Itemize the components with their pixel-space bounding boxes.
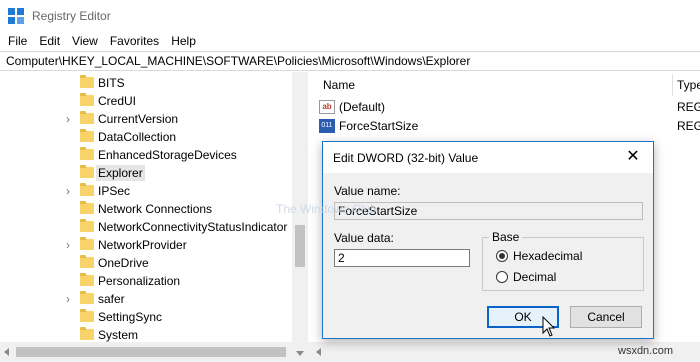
folder-icon xyxy=(80,147,94,160)
scroll-down-arrow-icon[interactable] xyxy=(296,351,304,356)
dialog-title-bar: Edit DWORD (32-bit) Value ✕ xyxy=(323,142,653,173)
tree-item-datacollection[interactable]: DataCollection xyxy=(0,128,292,146)
folder-icon xyxy=(80,93,94,106)
column-header-type[interactable]: Type xyxy=(677,78,700,92)
folder-icon xyxy=(80,255,94,268)
cancel-button[interactable]: Cancel xyxy=(570,306,642,328)
folder-icon xyxy=(80,327,94,340)
faint-watermark: The Windows Club xyxy=(276,202,377,216)
folder-icon xyxy=(80,273,94,286)
chevron-right-icon[interactable]: › xyxy=(62,291,74,307)
scroll-left-arrow-icon[interactable] xyxy=(316,348,321,356)
string-value-icon: ab xyxy=(319,100,335,114)
value-type: REG_ xyxy=(677,119,700,133)
chevron-right-icon[interactable]: › xyxy=(62,111,74,127)
scrollbar-thumb[interactable] xyxy=(295,225,305,267)
menu-help[interactable]: Help xyxy=(165,34,202,48)
close-icon[interactable]: ✕ xyxy=(625,149,641,165)
menu-edit[interactable]: Edit xyxy=(33,34,66,48)
dialog-title: Edit DWORD (32-bit) Value xyxy=(333,150,479,165)
tree-item-enhancedstoragedevices[interactable]: EnhancedStorageDevices xyxy=(0,146,292,164)
edit-dword-dialog: Edit DWORD (32-bit) Value ✕ Value name: … xyxy=(322,141,654,339)
folder-icon xyxy=(80,111,94,124)
value-row-forcestartsize[interactable]: 011 ForceStartSize xyxy=(319,117,418,135)
tree-item-network-connections[interactable]: Network Connections xyxy=(0,200,292,218)
folder-icon xyxy=(80,309,94,322)
decimal-radio[interactable]: Decimal xyxy=(496,270,556,284)
tree-item-settingsync[interactable]: SettingSync xyxy=(0,308,292,326)
folder-icon xyxy=(80,165,94,178)
tree-item-onedrive[interactable]: OneDrive xyxy=(0,254,292,272)
folder-icon xyxy=(80,237,94,250)
value-name-field: ForceStartSize xyxy=(334,202,643,220)
tree-vertical-scrollbar[interactable] xyxy=(292,72,308,362)
chevron-right-icon[interactable]: › xyxy=(62,183,74,199)
folder-icon xyxy=(80,75,94,88)
radio-checked-icon[interactable] xyxy=(496,250,508,262)
window-title: Registry Editor xyxy=(32,8,111,23)
tree-item-networkconnectivitystatusindicator[interactable]: NetworkConnectivityStatusIndicator xyxy=(0,218,292,236)
registry-editor-icon xyxy=(8,7,24,24)
menu-view[interactable]: View xyxy=(66,34,104,48)
tree-horizontal-scrollbar[interactable] xyxy=(0,342,292,362)
scrollbar-thumb[interactable] xyxy=(16,347,286,357)
site-watermark: wsxdn.com xyxy=(618,345,674,357)
registry-key-tree: BITS CredUI › CurrentVersion DataCollect… xyxy=(0,72,308,362)
base-group-title: Base xyxy=(489,230,523,244)
value-row-default[interactable]: ab (Default) xyxy=(319,98,385,116)
chevron-right-icon[interactable]: › xyxy=(62,237,74,253)
dword-value-icon: 011 xyxy=(319,119,335,133)
title-bar: Registry Editor xyxy=(0,0,700,31)
menu-favorites[interactable]: Favorites xyxy=(104,34,165,48)
address-bar[interactable]: Computer\HKEY_LOCAL_MACHINE\SOFTWARE\Pol… xyxy=(0,51,700,71)
tree-item-bits[interactable]: BITS xyxy=(0,74,292,92)
radio-unchecked-icon[interactable] xyxy=(496,271,508,283)
hexadecimal-radio[interactable]: Hexadecimal xyxy=(496,249,582,263)
folder-icon xyxy=(80,219,94,232)
value-name-label: Value name: xyxy=(334,184,401,198)
tree-item-currentversion[interactable]: › CurrentVersion xyxy=(0,110,292,128)
value-data-input[interactable]: 2 xyxy=(334,249,470,267)
column-divider[interactable] xyxy=(672,74,673,96)
folder-icon xyxy=(80,183,94,196)
menu-file[interactable]: File xyxy=(2,34,33,48)
tree-item-credui[interactable]: CredUI xyxy=(0,92,292,110)
folder-icon xyxy=(80,201,94,214)
value-type: REG_ xyxy=(677,100,700,114)
tree-item-networkprovider[interactable]: › NetworkProvider xyxy=(0,236,292,254)
value-data-label: Value data: xyxy=(334,231,394,245)
scroll-left-arrow-icon[interactable] xyxy=(4,348,9,356)
folder-icon xyxy=(80,291,94,304)
mouse-cursor-icon xyxy=(542,316,556,337)
tree-item-ipsec[interactable]: › IPSec xyxy=(0,182,292,200)
column-header-name[interactable]: Name xyxy=(323,78,355,92)
tree-item-personalization[interactable]: Personalization xyxy=(0,272,292,290)
menu-bar: File Edit View Favorites Help xyxy=(0,31,700,51)
folder-icon xyxy=(80,129,94,142)
tree-item-explorer[interactable]: Explorer xyxy=(0,164,292,182)
tree-item-safer[interactable]: › safer xyxy=(0,290,292,308)
